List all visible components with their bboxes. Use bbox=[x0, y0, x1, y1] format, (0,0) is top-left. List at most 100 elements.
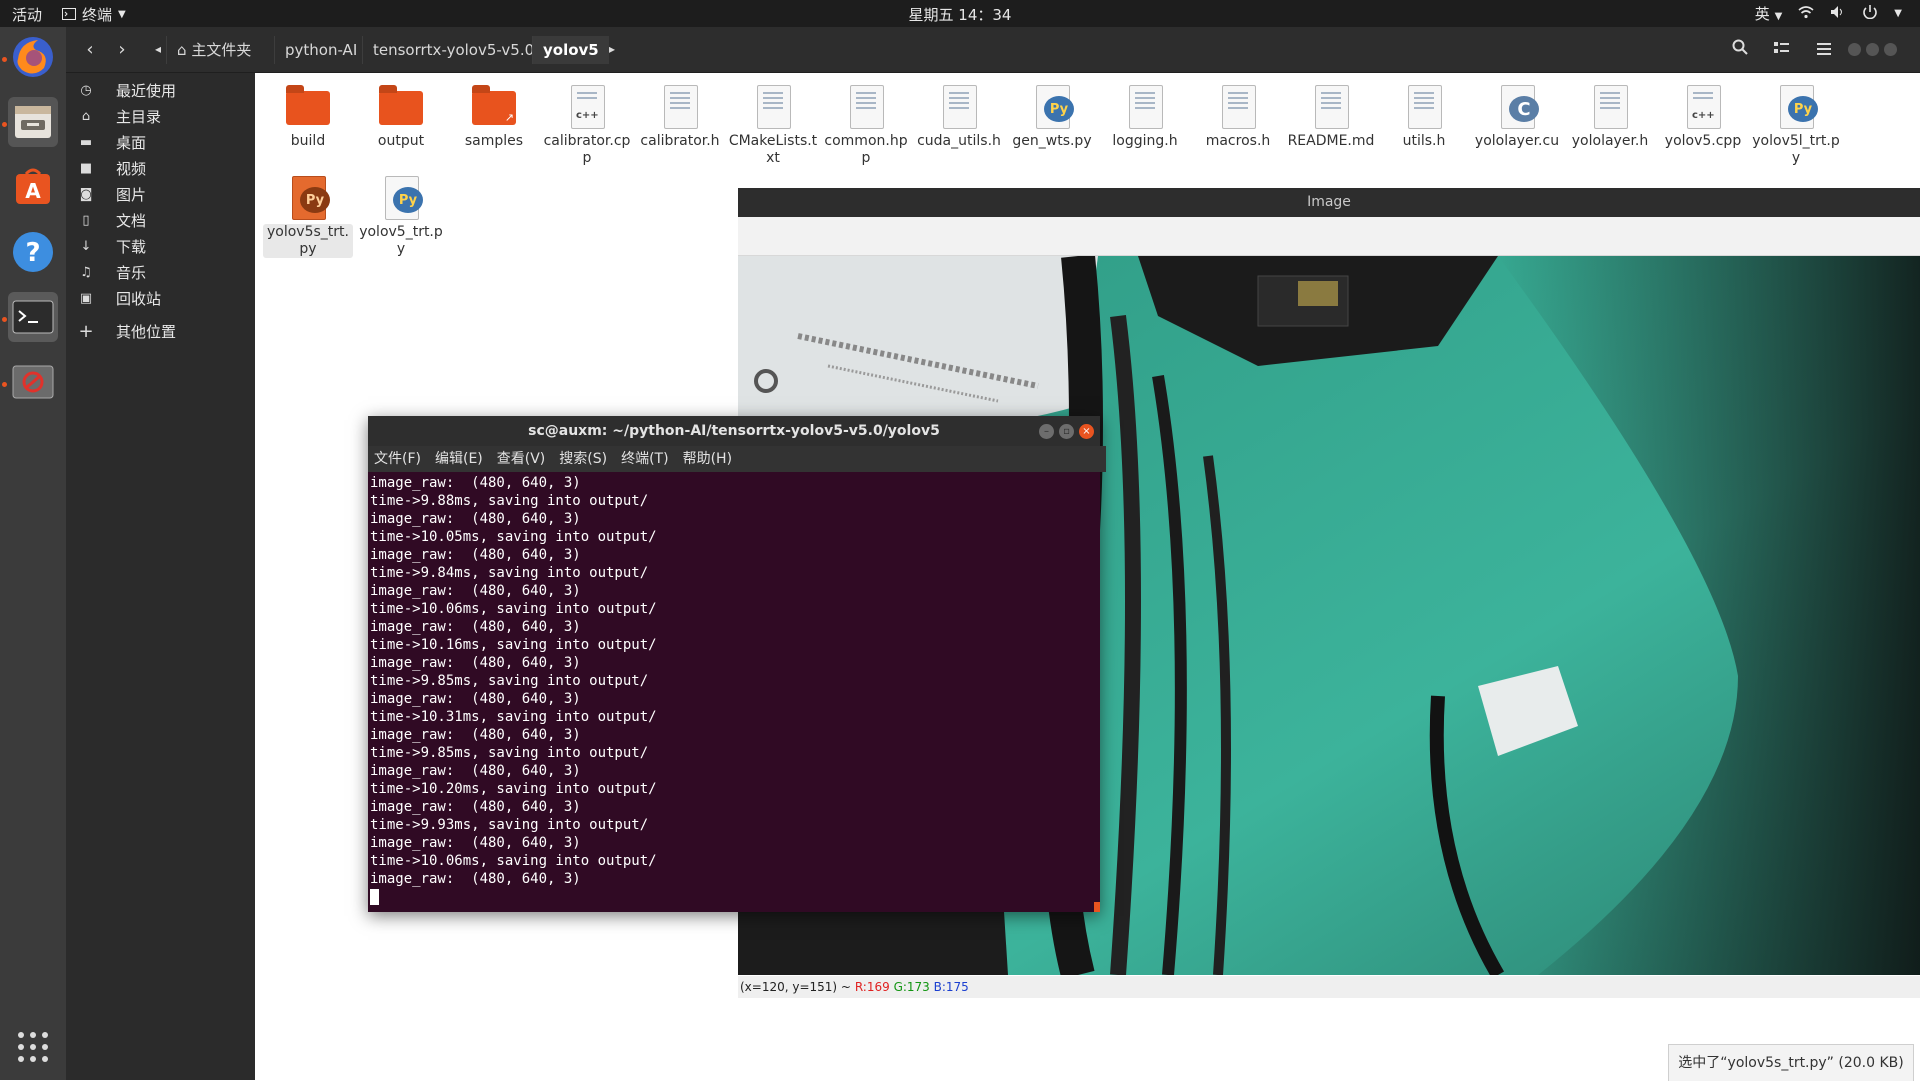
back-button[interactable]: ‹ bbox=[76, 35, 104, 63]
wifi-icon[interactable] bbox=[1798, 5, 1814, 23]
sidebar-item-label: 主目录 bbox=[116, 107, 162, 126]
sidebar-item-desktop[interactable]: ▬ 桌面 bbox=[66, 128, 255, 156]
menu-search[interactable]: 搜索(S) bbox=[559, 446, 607, 472]
sidebar-item-downloads[interactable]: ↓ 下载 bbox=[66, 232, 255, 260]
sidebar-item-label: 桌面 bbox=[116, 133, 147, 152]
download-icon: ↓ bbox=[80, 238, 92, 254]
terminal-output[interactable]: image_raw: (480, 640, 3) time->9.88ms, s… bbox=[370, 474, 1090, 910]
chevron-down-icon[interactable]: ▼ bbox=[1894, 8, 1902, 19]
terminal-line: image_raw: (480, 640, 3) bbox=[370, 799, 581, 815]
forward-button[interactable]: › bbox=[108, 35, 136, 63]
breadcrumb-python-ai[interactable]: python-AI bbox=[274, 36, 367, 64]
file-item-yolov5-trt[interactable]: Py yolov5_trt.py bbox=[356, 176, 446, 258]
activities-button[interactable]: 活动 bbox=[12, 4, 42, 25]
home-icon: ⌂ bbox=[177, 41, 187, 59]
file-item-output[interactable]: output bbox=[356, 85, 446, 150]
file-name: yolov5l_trt.py bbox=[1752, 133, 1840, 166]
menu-help[interactable]: 帮助(H) bbox=[683, 446, 732, 472]
svg-text:A: A bbox=[25, 179, 41, 203]
file-item-samples[interactable]: ↗ samples bbox=[449, 85, 539, 150]
volume-icon[interactable] bbox=[1830, 5, 1846, 23]
input-method-indicator[interactable]: 英 ▼ bbox=[1755, 3, 1783, 24]
list-view-icon bbox=[1774, 39, 1790, 60]
terminal-title[interactable]: sc@auxm: ~/python-AI/tensorrtx-yolov5-v5… bbox=[368, 416, 1100, 446]
file-name: yolov5.cpp bbox=[1664, 133, 1742, 149]
maximize-icon: ▫ bbox=[1063, 426, 1070, 437]
terminal-window: sc@auxm: ~/python-AI/tensorrtx-yolov5-v5… bbox=[368, 416, 1106, 912]
show-applications-icon[interactable] bbox=[8, 1022, 58, 1072]
sidebar-item-videos[interactable]: ■ 视频 bbox=[66, 154, 255, 182]
file-name: utils.h bbox=[1402, 133, 1446, 149]
menu-file[interactable]: 文件(F) bbox=[374, 446, 421, 472]
sidebar-item-other-locations[interactable]: + 其他位置 bbox=[66, 317, 255, 345]
caret-right-icon: ▸ bbox=[608, 42, 616, 56]
minimize-button[interactable] bbox=[1846, 35, 1862, 63]
menu-edit[interactable]: 编辑(E) bbox=[435, 446, 483, 472]
menu-view[interactable]: 查看(V) bbox=[497, 446, 546, 472]
selection-status-bar: 选中了“yolov5s_trt.py” (20.0 KB) bbox=[1668, 1044, 1914, 1081]
home-icon: ⌂ bbox=[81, 108, 91, 124]
file-item-cmakelists[interactable]: CMakeLists.txt bbox=[728, 85, 818, 167]
file-item-yololayer-cu[interactable]: C yololayer.cu bbox=[1472, 85, 1562, 150]
menu-terminal[interactable]: 终端(T) bbox=[621, 446, 668, 472]
file-item-macros-h[interactable]: macros.h bbox=[1193, 85, 1283, 150]
sidebar-item-trash[interactable]: ▣ 回收站 bbox=[66, 284, 255, 312]
text-file-icon bbox=[664, 85, 698, 129]
file-item-build[interactable]: build bbox=[263, 85, 353, 150]
maximize-button[interactable] bbox=[1864, 35, 1880, 63]
app-menu[interactable]: 终端 ▼ bbox=[62, 4, 126, 25]
sidebar-item-home[interactable]: ⌂ 主目录 bbox=[66, 102, 255, 130]
breadcrumb-home[interactable]: ⌂ 主文件夹 bbox=[166, 36, 261, 64]
close-button[interactable]: × bbox=[1079, 424, 1094, 439]
sidebar-item-label: 最近使用 bbox=[116, 81, 177, 100]
help-icon[interactable]: ? bbox=[8, 227, 58, 277]
minimize-icon bbox=[1847, 42, 1861, 56]
menu-button[interactable] bbox=[1810, 35, 1838, 63]
search-button[interactable] bbox=[1726, 35, 1754, 63]
close-button[interactable] bbox=[1882, 35, 1898, 63]
file-item-yolov5-cpp[interactable]: c++ yolov5.cpp bbox=[1658, 85, 1748, 150]
firefox-icon[interactable] bbox=[8, 32, 58, 82]
red-value: R:169 bbox=[854, 980, 890, 994]
breadcrumb-label: yolov5 bbox=[543, 41, 599, 59]
breadcrumb-tensorrtx[interactable]: tensorrtx-yolov5-v5.0 bbox=[362, 36, 544, 64]
file-item-gen-wts[interactable]: Py gen_wts.py bbox=[1007, 85, 1097, 150]
view-toggle-button[interactable] bbox=[1768, 35, 1796, 63]
text-file-icon bbox=[1408, 85, 1442, 129]
file-item-readme[interactable]: README.md bbox=[1286, 85, 1376, 150]
disabled-app-icon[interactable] bbox=[8, 357, 58, 407]
text-file-icon bbox=[1594, 85, 1628, 129]
file-item-calibrator-h[interactable]: calibrator.h bbox=[635, 85, 725, 150]
files-icon[interactable] bbox=[8, 97, 58, 147]
image-window-title[interactable]: Image bbox=[738, 188, 1920, 217]
file-name: cuda_utils.h bbox=[917, 133, 1001, 149]
file-item-cuda-utils[interactable]: cuda_utils.h bbox=[914, 85, 1004, 150]
maximize-button[interactable]: ▫ bbox=[1059, 424, 1074, 439]
sidebar-item-music[interactable]: ♫ 音乐 bbox=[66, 258, 255, 286]
file-item-yolov5s-trt[interactable]: Py yolov5s_trt.py bbox=[263, 176, 353, 258]
power-icon[interactable] bbox=[1862, 4, 1878, 23]
file-item-common-hpp[interactable]: common.hpp bbox=[821, 85, 911, 167]
file-item-logging-h[interactable]: logging.h bbox=[1100, 85, 1190, 150]
python-file-icon: Py bbox=[292, 176, 330, 220]
sidebar-item-pictures[interactable]: ◙ 图片 bbox=[66, 180, 255, 208]
sidebar-item-documents[interactable]: ▯ 文档 bbox=[66, 206, 255, 234]
file-name: macros.h bbox=[1205, 133, 1271, 149]
software-center-icon[interactable]: A bbox=[8, 162, 58, 212]
minimize-button[interactable]: – bbox=[1039, 424, 1054, 439]
pixel-info-status: (x=120, y=151) ~ R:169 G:173 B:175 bbox=[738, 976, 1920, 998]
clock[interactable]: 星期五 14：34 bbox=[909, 6, 1012, 24]
file-item-utils-h[interactable]: utils.h bbox=[1379, 85, 1469, 150]
terminal-scrollbar[interactable] bbox=[1094, 902, 1100, 912]
file-item-yolov5l-trt[interactable]: Py yolov5l_trt.py bbox=[1751, 85, 1841, 167]
sidebar-item-recent[interactable]: ◷ 最近使用 bbox=[66, 76, 255, 104]
file-item-yololayer-h[interactable]: yololayer.h bbox=[1565, 85, 1655, 150]
python-file-icon: Py bbox=[385, 176, 423, 220]
blue-value: B:175 bbox=[933, 980, 969, 994]
maximize-icon bbox=[1865, 42, 1879, 56]
file-item-calibrator-cpp[interactable]: c++ calibrator.cpp bbox=[542, 85, 632, 167]
text-cursor bbox=[370, 889, 379, 905]
terminal-icon[interactable] bbox=[8, 292, 58, 342]
files-sidebar: ◷ 最近使用 ⌂ 主目录 ▬ 桌面 ■ 视频 ◙ 图片 ▯ 文档 ↓ 下载 ♫ 音乐 ▣ 回收站 … bbox=[66, 73, 255, 1080]
path-scroll-right-button[interactable]: ▸ bbox=[598, 35, 626, 63]
